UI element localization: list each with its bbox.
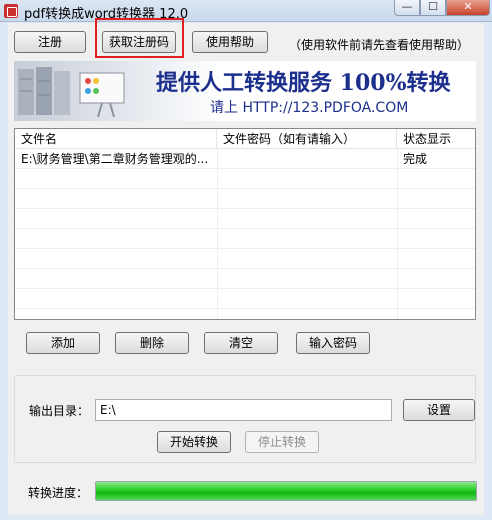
empty-row (15, 209, 475, 229)
empty-row (15, 229, 475, 249)
column-header-filename[interactable]: 文件名 (15, 129, 217, 149)
app-icon (4, 4, 18, 18)
empty-row (15, 289, 475, 309)
progress-label: 转换进度： (28, 486, 89, 500)
delete-button[interactable]: 删除 (115, 332, 189, 354)
clear-button[interactable]: 清空 (204, 332, 278, 354)
help-button[interactable]: 使用帮助 (192, 31, 268, 53)
file-list[interactable]: 文件名 文件密码（如有请输入） 状态显示 E:\财务管理\第二章财务管理观的..… (14, 128, 476, 320)
close-button[interactable]: ✕ (446, 0, 490, 16)
column-header-password[interactable]: 文件密码（如有请输入） (217, 129, 397, 149)
add-button[interactable]: 添加 (26, 332, 100, 354)
column-header-status[interactable]: 状态显示 (397, 129, 475, 149)
title-bar: pdf转换成word转换器 12.0 — ☐ ✕ (0, 0, 492, 22)
annotation-highlight-box (95, 18, 184, 58)
register-button[interactable]: 注册 (14, 31, 86, 53)
maximize-button[interactable]: ☐ (420, 0, 446, 16)
output-panel: 输出目录： E:\ 设置 开始转换 停止转换 (14, 375, 476, 463)
empty-row (15, 189, 475, 209)
progress-fill (96, 482, 476, 500)
stop-convert-button[interactable]: 停止转换 (245, 431, 319, 453)
promo-banner[interactable]: 提供人工转换服务 100%转换 请上 HTTP://123.PDFOA.COM (14, 61, 476, 121)
banner-url[interactable]: 请上 HTTP://123.PDFOA.COM (210, 97, 408, 117)
banner-headline: 提供人工转换服务 100%转换 (156, 70, 451, 96)
enter-password-button[interactable]: 输入密码 (296, 332, 370, 354)
table-row[interactable]: E:\财务管理\第二章财务管理观的... 完成 (15, 149, 475, 169)
output-dir-label: 输出目录： (29, 404, 90, 418)
status-cell: 完成 (403, 152, 428, 166)
start-convert-button[interactable]: 开始转换 (157, 431, 231, 453)
empty-row (15, 249, 475, 269)
settings-button[interactable]: 设置 (403, 399, 475, 421)
main-window: 注册 获取注册码 使用帮助 （使用软件前请先查看使用帮助） 提供人工转换服务 1… (8, 18, 484, 515)
empty-row (15, 269, 475, 289)
output-dir-field[interactable]: E:\ (95, 399, 392, 421)
office-illustration-icon (18, 67, 125, 118)
filename-cell: E:\财务管理\第二章财务管理观的... (21, 152, 209, 166)
password-cell[interactable] (217, 149, 397, 169)
minimize-button[interactable]: — (394, 0, 420, 16)
conversion-progress-bar (95, 481, 477, 501)
help-hint-text: （使用软件前请先查看使用帮助） (289, 38, 470, 52)
empty-row (15, 169, 475, 189)
